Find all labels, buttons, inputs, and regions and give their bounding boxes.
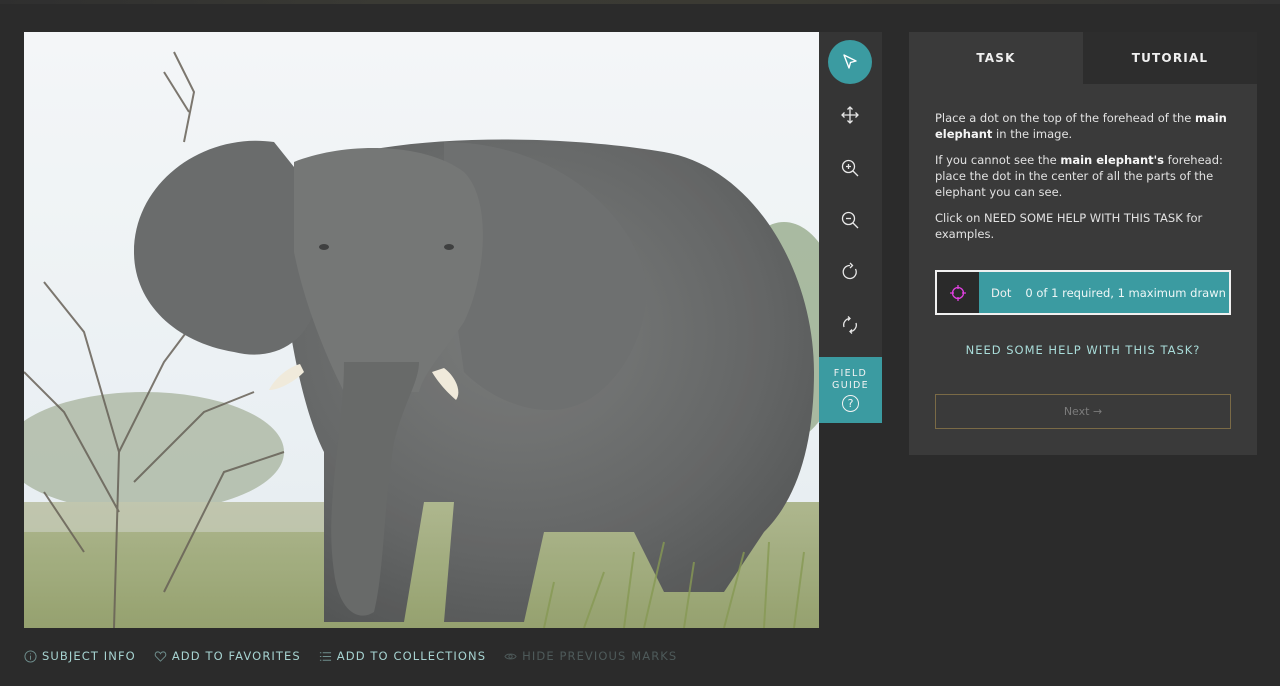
hide-marks-button[interactable]: HIDE PREVIOUS MARKS [504,649,677,663]
tab-task[interactable]: TASK [909,32,1083,84]
top-strip [0,0,1280,4]
instruction-2: If you cannot see the main elephant's fo… [935,153,1223,199]
field-guide-button[interactable]: FIELD GUIDE ? [819,357,882,423]
pointer-arrow-icon [843,54,857,69]
add-collections-button[interactable]: ADD TO COLLECTIONS [319,649,486,663]
task-instructions: Place a dot on the top of the forehead o… [909,84,1257,242]
field-guide-label-2: GUIDE [832,380,869,391]
list-icon [319,651,331,661]
zoom-in-icon [841,159,859,177]
dot-tool-label: Dot [991,285,1012,300]
help-link[interactable]: NEED SOME HELP WITH THIS TASK? [909,343,1257,357]
next-button[interactable]: Next → [935,394,1231,429]
add-collections-label: ADD TO COLLECTIONS [336,649,487,663]
zoom-out-button[interactable] [828,198,872,242]
task-panel: TASK TUTORIAL Place a dot on the top of … [909,32,1257,455]
crosshair-icon [950,284,966,301]
eye-icon [504,653,517,659]
heart-icon [154,650,167,662]
subject-actions: SUBJECT INFO ADD TO FAVORITES ADD TO COL… [24,648,695,664]
hide-marks-label: HIDE PREVIOUS MARKS [522,649,678,663]
instruction-3: Click on NEED SOME HELP WITH THIS TASK f… [935,211,1203,241]
add-favorites-label: ADD TO FAVORITES [171,649,301,663]
zoom-out-icon [841,211,859,229]
subject-info-label: SUBJECT INFO [42,649,136,663]
dot-icon-box [937,272,979,313]
rotate-icon [842,262,857,280]
pointer-tool-button[interactable] [828,40,872,84]
reset-icon [843,316,857,334]
elephant-photo [24,32,819,628]
field-guide-label-1: FIELD [833,368,868,379]
rotate-button[interactable] [828,250,872,294]
move-tool-button[interactable] [828,93,872,137]
reset-button[interactable] [828,303,872,347]
image-toolbar: FIELD GUIDE ? [819,32,882,423]
instruction-1: Place a dot on the top of the forehead o… [935,111,1227,141]
subject-image[interactable] [24,32,819,628]
tab-tutorial[interactable]: TUTORIAL [1083,32,1257,84]
question-icon: ? [842,395,859,412]
subject-info-button[interactable]: SUBJECT INFO [24,649,136,663]
zoom-in-button[interactable] [828,146,872,190]
panel-tabs: TASK TUTORIAL [909,32,1257,84]
info-icon [24,649,37,663]
add-favorites-button[interactable]: ADD TO FAVORITES [154,649,301,663]
dot-tool-count: 0 of 1 required, 1 maximum drawn [1025,285,1226,300]
dot-tool-button[interactable]: Dot 0 of 1 required, 1 maximum drawn [935,270,1231,315]
move-arrows-icon [841,106,859,124]
